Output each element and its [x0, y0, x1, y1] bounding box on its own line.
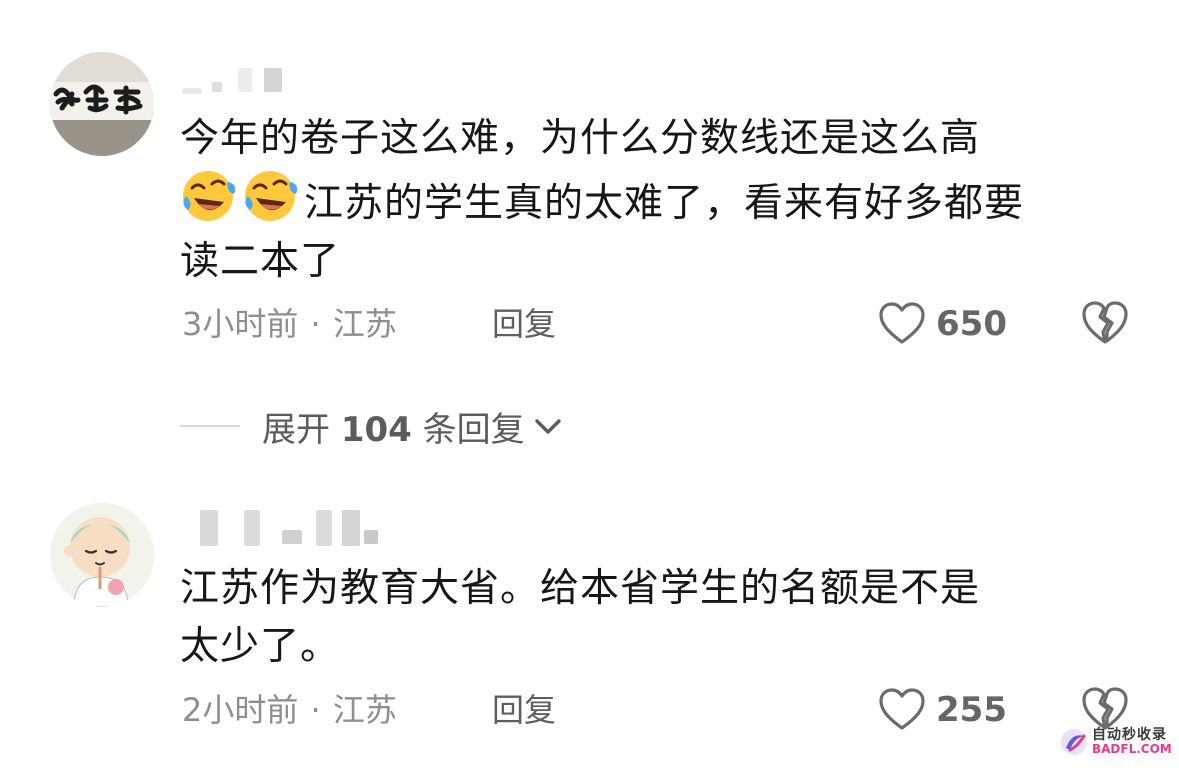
- expand-replies-label: 展开 104 条回复: [262, 402, 525, 451]
- comment-text: 今年的卷子这么难，为什么分数线还是这么高 江苏的学生真的太难了，看来有好多都要 …: [180, 110, 1140, 291]
- comment-text-line: 太少了。: [180, 624, 341, 669]
- watermark-domain: BADFL.COM: [1092, 742, 1172, 756]
- rolling-on-floor-laughing-icon: [242, 168, 298, 224]
- reply-count: 104: [340, 409, 412, 450]
- comment-meta: 3小时前 · 江苏: [182, 304, 397, 344]
- reply-button[interactable]: 回复: [492, 690, 556, 730]
- comment-meta: 2小时前 · 江苏: [182, 690, 397, 730]
- watermark-text: 自动秒收录: [1092, 727, 1167, 743]
- username-redacted[interactable]: [182, 510, 382, 546]
- heart-icon: [879, 688, 925, 730]
- like-count: 255: [936, 690, 1007, 730]
- avatar[interactable]: [50, 52, 154, 156]
- username-redacted[interactable]: [182, 64, 312, 94]
- rolling-on-floor-laughing-icon: [180, 168, 236, 224]
- expand-suffix: 条回复: [422, 409, 525, 450]
- like-count: 650: [936, 304, 1007, 344]
- like-button[interactable]: 255: [878, 686, 1007, 734]
- watermark: 自动秒收录 BADFL.COM: [1058, 722, 1176, 762]
- broken-heart-icon: [1082, 301, 1128, 344]
- cartoon-monk-avatar-icon: [50, 503, 154, 607]
- timestamp: 3小时前: [182, 305, 299, 343]
- meta-separator: ·: [310, 305, 321, 343]
- comment-text-segment: 江苏的学生真的太难了，看来有好多都要: [304, 181, 1025, 226]
- comment-text-line: 今年的卷子这么难，为什么分数线还是这么高: [180, 116, 981, 161]
- comment-text: 江苏作为教育大省。给本省学生的名额是不是 太少了。: [180, 560, 1140, 676]
- comment-text-line: 江苏作为教育大省。给本省学生的名额是不是: [180, 566, 981, 611]
- divider-line: [180, 425, 240, 427]
- meta-separator: ·: [310, 691, 321, 729]
- timestamp: 2小时前: [182, 691, 299, 729]
- comment-text-line: 江苏的学生真的太难了，看来有好多都要: [180, 168, 1140, 233]
- location: 江苏: [332, 305, 397, 343]
- avatar[interactable]: [50, 503, 154, 607]
- chevron-down-icon: [534, 419, 561, 434]
- expand-replies-button[interactable]: 展开 104 条回复: [180, 402, 565, 451]
- comment-text-line: 读二本了: [180, 239, 341, 284]
- calligraphy-avatar-icon: [50, 52, 154, 156]
- heart-icon: [879, 302, 925, 344]
- like-button[interactable]: 650: [878, 300, 1007, 348]
- expand-prefix: 展开: [262, 409, 330, 450]
- watermark-logo-icon: [1061, 729, 1087, 755]
- dislike-button[interactable]: [1080, 300, 1130, 348]
- reply-button[interactable]: 回复: [492, 304, 556, 344]
- location: 江苏: [332, 691, 397, 729]
